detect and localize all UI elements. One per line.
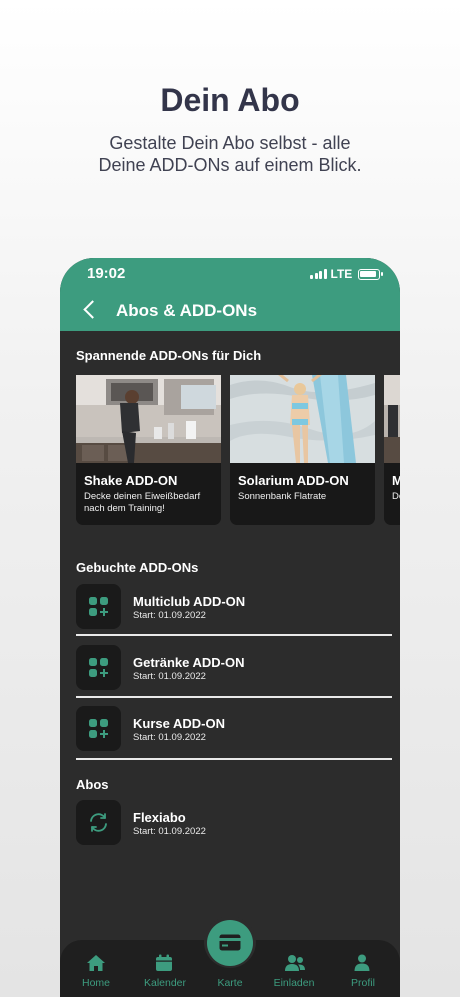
addon-card-solarium[interactable]: Solarium ADD-ON Sonnenbank Flatrate (230, 375, 375, 525)
addon-grid-icon (76, 584, 121, 629)
card-title: M (392, 473, 400, 488)
card-icon (219, 934, 241, 951)
tab-label: Profil (351, 977, 375, 989)
page-title: Abos & ADD-ONs (116, 301, 258, 320)
row-start-date: Start: 01.09.2022 (133, 826, 206, 837)
phone-screen: 19:02 LTE Abos & ADD-ONs Spannende ADD-O… (60, 258, 400, 997)
tab-home[interactable]: Home (66, 940, 126, 996)
row-start-date: Start: 01.09.2022 (133, 732, 206, 743)
booked-item-kurse[interactable]: Kurse ADD-ON Start: 01.09.2022 (76, 706, 392, 752)
promo-headline: Dein Abo (160, 82, 300, 118)
row-title: Kurse ADD-ON (133, 716, 225, 731)
addon-grid-icon (76, 645, 121, 690)
addon-card-partial[interactable]: M De na (384, 375, 400, 525)
row-start-date: Start: 01.09.2022 (133, 671, 206, 682)
row-title: Getränke ADD-ON (133, 655, 245, 670)
signal-icon (310, 269, 327, 279)
shake-addon-image (76, 375, 221, 463)
tab-label: Einladen (273, 977, 315, 989)
back-button[interactable] (78, 298, 100, 322)
booked-section-title: Gebuchte ADD-ONs (76, 560, 199, 575)
tab-einladen[interactable]: Einladen (264, 940, 324, 996)
karte-fab-button[interactable] (207, 920, 253, 966)
tab-profil[interactable]: Profil (333, 940, 393, 996)
card-title: Solarium ADD-ON (238, 473, 349, 488)
addon-image (384, 375, 400, 463)
divider (76, 758, 392, 760)
home-icon (87, 955, 105, 971)
solarium-addon-image (230, 375, 375, 463)
abo-item-flexiabo[interactable]: Flexiabo Start: 01.09.2022 (76, 800, 392, 846)
battery-icon (358, 268, 384, 280)
row-title: Multiclub ADD-ON (133, 594, 246, 609)
tab-label: Home (81, 977, 110, 989)
promo-subline-line-2: Deine ADD-ONs auf einem Blick. (98, 155, 362, 175)
tab-label: Kalender (143, 977, 187, 989)
row-start-date: Start: 01.09.2022 (133, 610, 206, 621)
app-header: 19:02 LTE Abos & ADD-ONs (60, 258, 400, 331)
row-title: Flexiabo (133, 810, 186, 825)
divider (76, 696, 392, 698)
profile-icon (354, 954, 370, 971)
card-description: De na (392, 491, 400, 502)
status-indicators: LTE (310, 267, 384, 281)
invite-users-icon (285, 955, 305, 971)
addon-section-title: Spannende ADD-ONs für Dich (76, 348, 262, 363)
divider (76, 634, 392, 636)
network-label: LTE (330, 267, 353, 281)
tab-kalender[interactable]: Kalender (135, 940, 195, 996)
booked-item-getraenke[interactable]: Getränke ADD-ON Start: 01.09.2022 (76, 645, 392, 691)
abos-section-title: Abos (76, 777, 109, 792)
calendar-icon (156, 954, 172, 971)
addon-grid-icon (76, 706, 121, 751)
promo-subline: Gestalte Dein Abo selbst - alle Deine AD… (0, 132, 460, 176)
booked-item-multiclub[interactable]: Multiclub ADD-ON Start: 01.09.2022 (76, 584, 392, 630)
card-description: Sonnenbank Flatrate (238, 491, 327, 502)
status-time: 19:02 (87, 265, 126, 282)
renew-arrows-icon (76, 800, 121, 845)
addon-card-shake[interactable]: Shake ADD-ON Decke deinen Eiweißbedarf n… (76, 375, 221, 525)
promo-subline-line-1: Gestalte Dein Abo selbst - alle (109, 133, 351, 153)
card-description: Decke deinen Eiweißbedarf nach dem Train… (84, 491, 201, 514)
card-title: Shake ADD-ON (84, 473, 178, 488)
tab-label: Karte (217, 977, 243, 989)
